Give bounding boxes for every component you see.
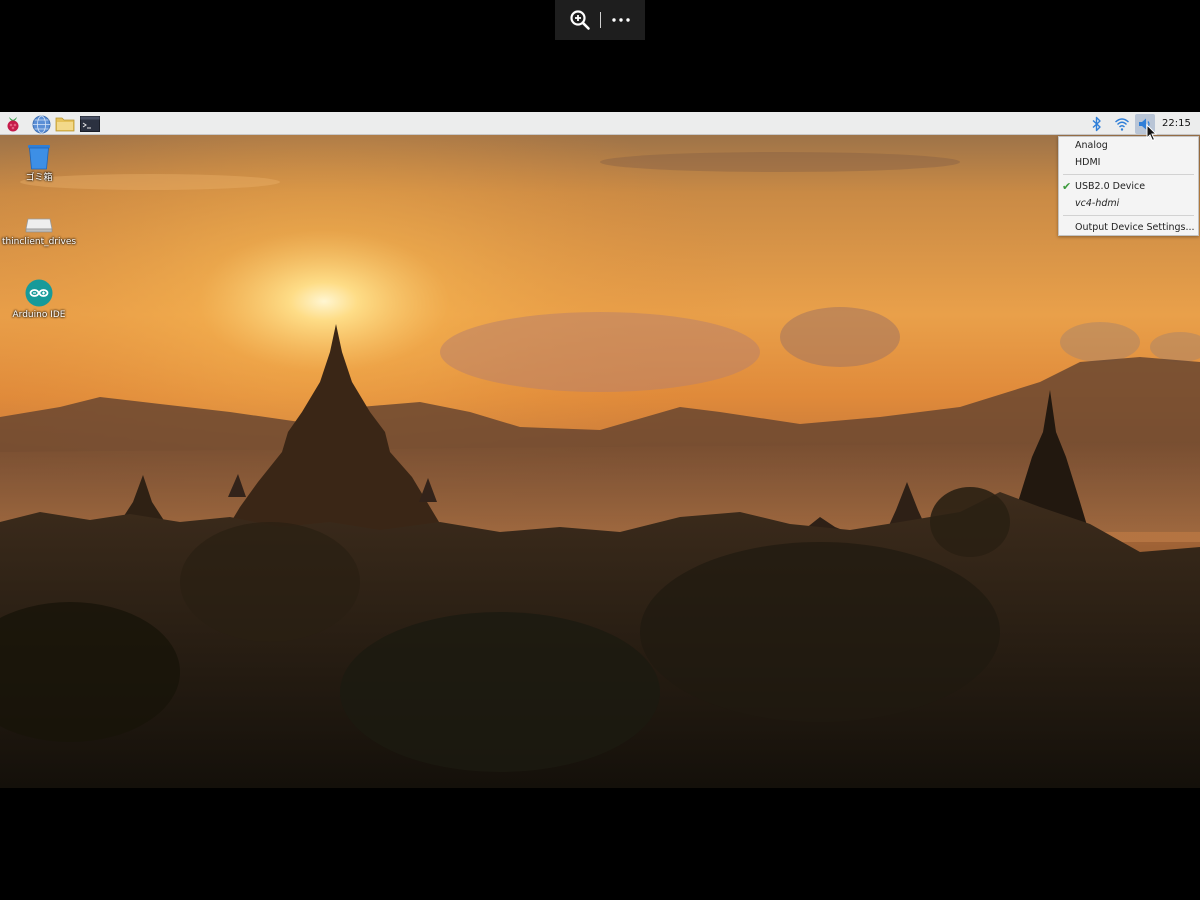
- raspberry-menu-button[interactable]: [3, 114, 23, 134]
- desktop-icon-thinclient-drives[interactable]: thinclient_drives: [1, 216, 77, 248]
- menu-item-hdmi[interactable]: HDMI: [1059, 154, 1198, 171]
- globe-icon: [32, 115, 50, 133]
- bluetooth-icon: [1092, 116, 1101, 132]
- mouse-cursor-icon: [1146, 124, 1158, 142]
- more-options-button[interactable]: [601, 0, 641, 40]
- more-options-icon: [611, 18, 630, 22]
- remote-desktop: 22:15 ゴミ箱 thinclient_drives Arduino IDE …: [0, 112, 1200, 788]
- desktop-icon-label: thinclient_drives: [1, 237, 77, 247]
- drive-icon: [25, 218, 53, 233]
- folder-icon: [55, 117, 75, 132]
- menu-item-usb-device[interactable]: ✔ USB2.0 Device: [1059, 178, 1198, 195]
- menu-separator: [1063, 174, 1194, 175]
- file-manager-button[interactable]: [55, 114, 75, 134]
- terminal-button[interactable]: [80, 114, 100, 134]
- taskbar-clock[interactable]: 22:15: [1162, 112, 1191, 135]
- menu-item-output-settings[interactable]: Output Device Settings...: [1059, 219, 1198, 236]
- bluetooth-button[interactable]: [1087, 114, 1107, 134]
- taskbar: 22:15: [0, 112, 1200, 135]
- arduino-icon: [25, 279, 53, 307]
- trash-icon: [28, 145, 50, 170]
- desktop-icon-label: ゴミ箱: [25, 173, 53, 183]
- desktop-icon-arduino[interactable]: Arduino IDE: [1, 279, 77, 321]
- web-browser-button[interactable]: [31, 114, 51, 134]
- checkmark-icon: ✔: [1062, 180, 1072, 193]
- wifi-button[interactable]: [1112, 114, 1132, 134]
- menu-item-vc4-hdmi: vc4-hdmi: [1075, 198, 1120, 209]
- zoom-in-icon: [569, 10, 590, 30]
- desktop-icon-trash[interactable]: ゴミ箱: [1, 144, 77, 184]
- audio-output-menu: Analog HDMI ✔ USB2.0 Device vc4-hdmi Out…: [1058, 136, 1199, 236]
- menu-item-analog[interactable]: Analog: [1059, 137, 1198, 154]
- menu-item-label: USB2.0 Device: [1075, 181, 1146, 192]
- zoom-in-button[interactable]: [560, 0, 600, 40]
- remote-viewer: 22:15 ゴミ箱 thinclient_drives Arduino IDE …: [0, 0, 1200, 900]
- viewer-toolbar: [555, 0, 645, 40]
- wifi-icon: [1115, 118, 1129, 131]
- menu-separator: [1063, 215, 1194, 216]
- terminal-icon: [80, 116, 100, 132]
- desktop-wallpaper: [0, 112, 1200, 788]
- raspberry-pi-icon: [7, 117, 19, 132]
- desktop-icon-label: Arduino IDE: [12, 310, 66, 320]
